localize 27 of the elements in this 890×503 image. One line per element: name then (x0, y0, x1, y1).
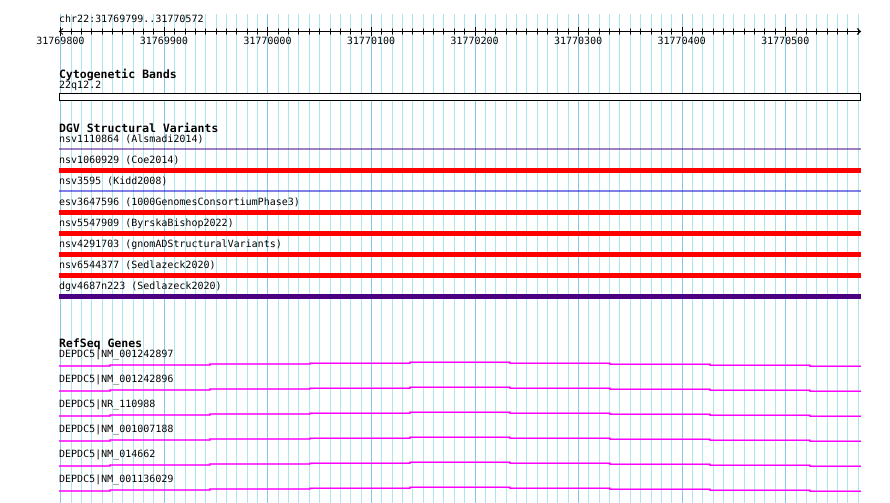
gene-label: DEPDC5|NM_001242897 (59, 349, 174, 361)
gene-label: DEPDC5|NM_001136029 (59, 474, 174, 486)
feature-label: nsv1110864 (Alsmadi2014) (59, 134, 204, 146)
tick-label: 31770400 (658, 36, 706, 47)
band-label: 22q12.2 (59, 80, 102, 92)
feature-label: nsv1060929 (Coe2014) (59, 155, 180, 167)
gene-label: DEPDC5|NM_014662 (59, 449, 156, 461)
gene-label: DEPDC5|NM_001007188 (59, 424, 174, 436)
tick-label: 31770000 (243, 36, 292, 47)
feature-label: dgv4687n223 (Sedlazeck2020) (59, 281, 222, 293)
tick-label: 31770200 (450, 36, 499, 47)
gene-label: DEPDC5|NR_110988 (59, 399, 156, 411)
feature-label: nsv4291703 (gnomADStructuralVariants) (59, 239, 282, 251)
track-title: DGV Structural Variants (59, 122, 218, 134)
gene-label: DEPDC5|NM_001242896 (59, 374, 174, 386)
tick-label: 31769800 (36, 36, 84, 47)
tick-label: 31770500 (761, 36, 810, 47)
feature-label: nsv5547909 (ByrskaBishop2022) (59, 218, 234, 230)
feature-label: esv3647596 (1000GenomesConsortiumPhase3) (59, 197, 300, 209)
track-title: Cytogenetic Bands (59, 68, 177, 80)
tick-label: 31770100 (346, 36, 396, 47)
feature-label: nsv6544377 (Sedlazeck2020) (59, 260, 216, 272)
coordinate-label: chr22:31769799..31770572 (59, 14, 204, 26)
tick-label: 31769900 (140, 36, 188, 47)
track-title: RefSeq Genes (59, 337, 142, 349)
feature-label: nsv3595 (Kidd2008) (59, 176, 168, 188)
tick-label: 31770300 (554, 36, 602, 47)
